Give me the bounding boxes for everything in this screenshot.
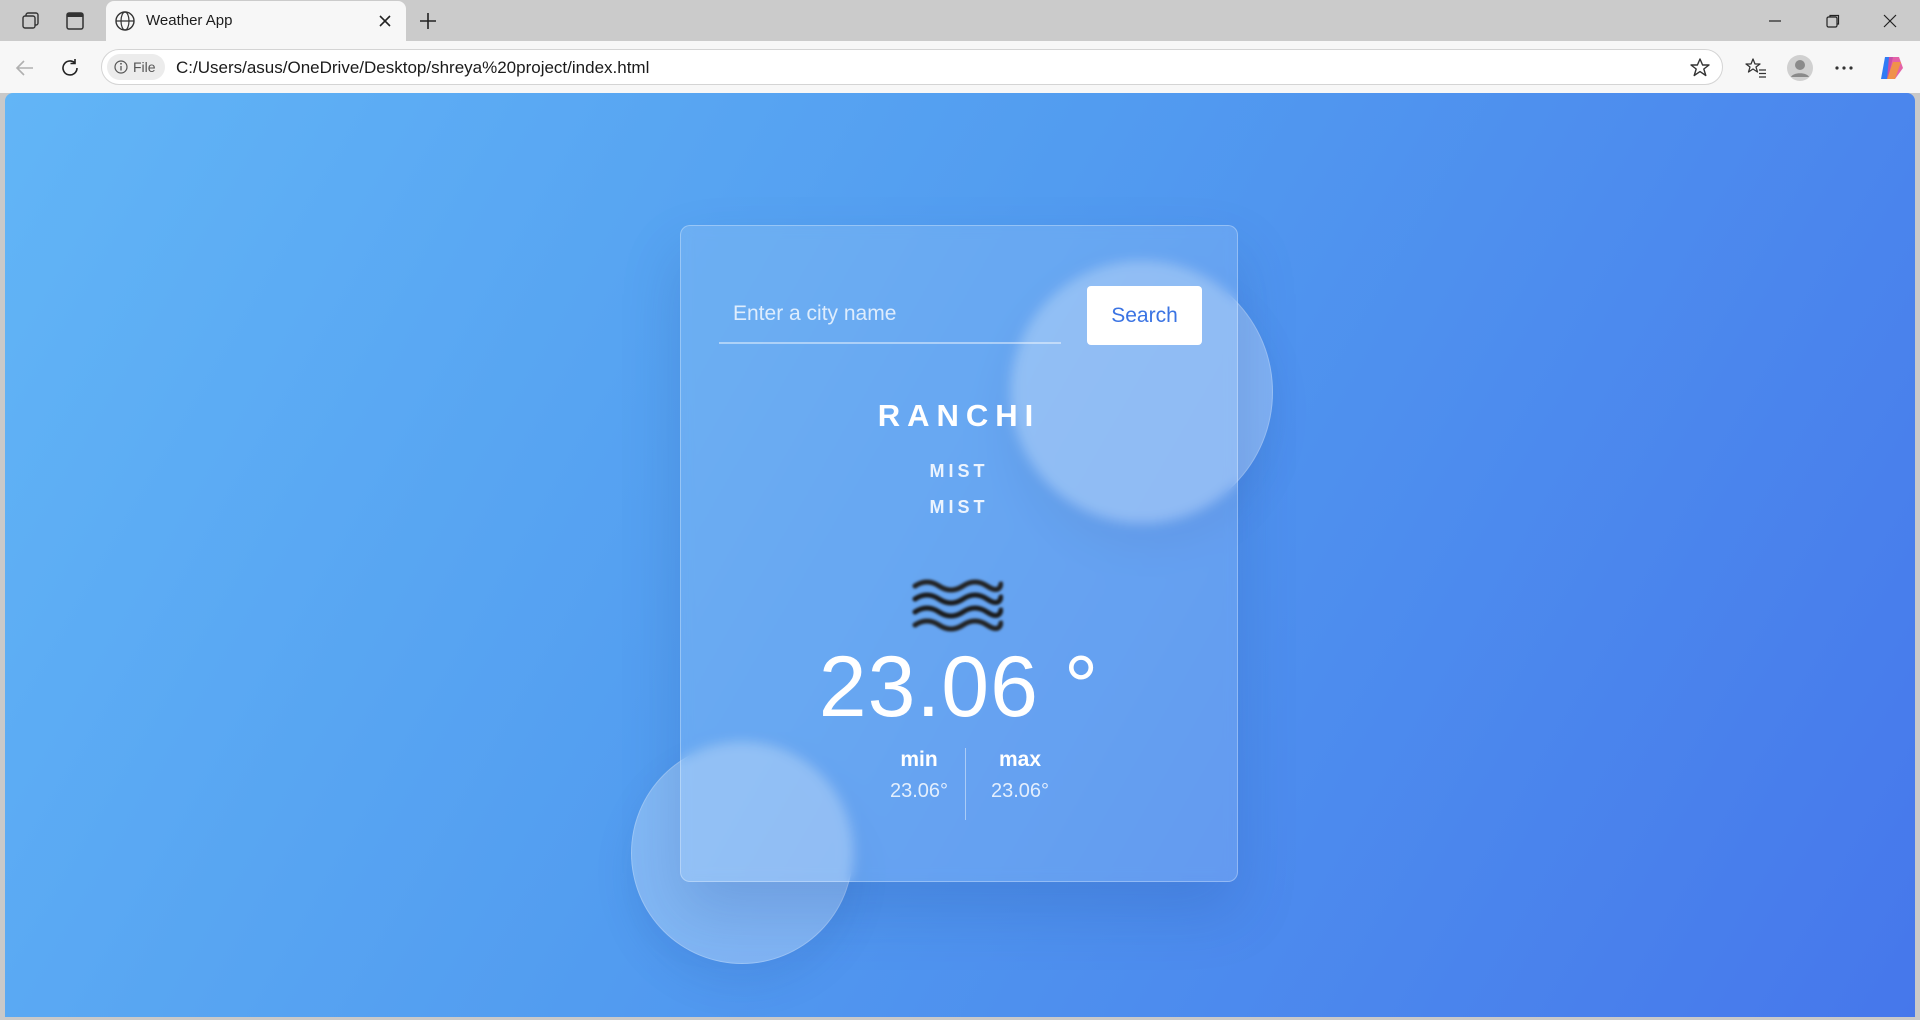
info-icon [114,60,128,74]
max-label: max [998,748,1042,771]
restore-icon[interactable] [1805,0,1861,41]
weather-app-page: Search RANCHI MIST MIST 23.06 ° min 23.0… [5,93,1915,1017]
city-search-input[interactable] [719,286,1061,344]
site-chip-label: File [133,59,156,75]
weather-card: Search RANCHI MIST MIST 23.06 ° min 23.0… [680,225,1238,882]
back-arrow-icon[interactable] [10,53,40,83]
min-max-panel: min 23.06° max 23.06° [681,748,1237,822]
mist-icon [912,579,1003,632]
max-temp: max 23.06° [970,748,1070,803]
profile-icon[interactable] [1785,53,1815,83]
close-window-icon[interactable] [1862,0,1918,41]
copilot-icon[interactable] [1876,53,1906,83]
workspaces-icon[interactable] [18,8,44,34]
min-label: min [900,748,938,771]
close-tab-icon[interactable] [374,10,396,32]
tab-title: Weather App [146,12,233,29]
browser-toolbar: File C:/Users/asus/OneDrive/Desktop/shre… [0,41,1920,93]
active-tab[interactable]: Weather App [106,1,406,41]
tab-strip: Weather App [0,0,1920,41]
url-text[interactable]: C:/Users/asus/OneDrive/Desktop/shreya%20… [176,58,649,78]
star-icon[interactable] [1688,56,1712,80]
address-bar[interactable]: File C:/Users/asus/OneDrive/Desktop/shre… [101,49,1723,85]
refresh-icon[interactable] [55,53,85,83]
new-tab-button[interactable] [415,8,441,34]
max-value: 23.06° [990,780,1050,802]
weather-description: MIST [929,497,989,517]
search-button[interactable]: Search [1087,286,1202,345]
site-info-chip[interactable]: File [107,54,165,80]
min-temp: min 23.06° [869,748,969,803]
min-value: 23.06° [889,780,949,802]
city-name: RANCHI [877,398,1041,433]
more-icon[interactable] [1829,53,1859,83]
weather-main: MIST [929,461,989,481]
temperature: 23.06 ° [818,639,1100,735]
divider [965,748,966,820]
tab-actions-icon[interactable] [62,8,88,34]
favorites-icon[interactable] [1741,53,1771,83]
minimize-icon[interactable] [1747,0,1803,41]
globe-icon [114,10,136,32]
